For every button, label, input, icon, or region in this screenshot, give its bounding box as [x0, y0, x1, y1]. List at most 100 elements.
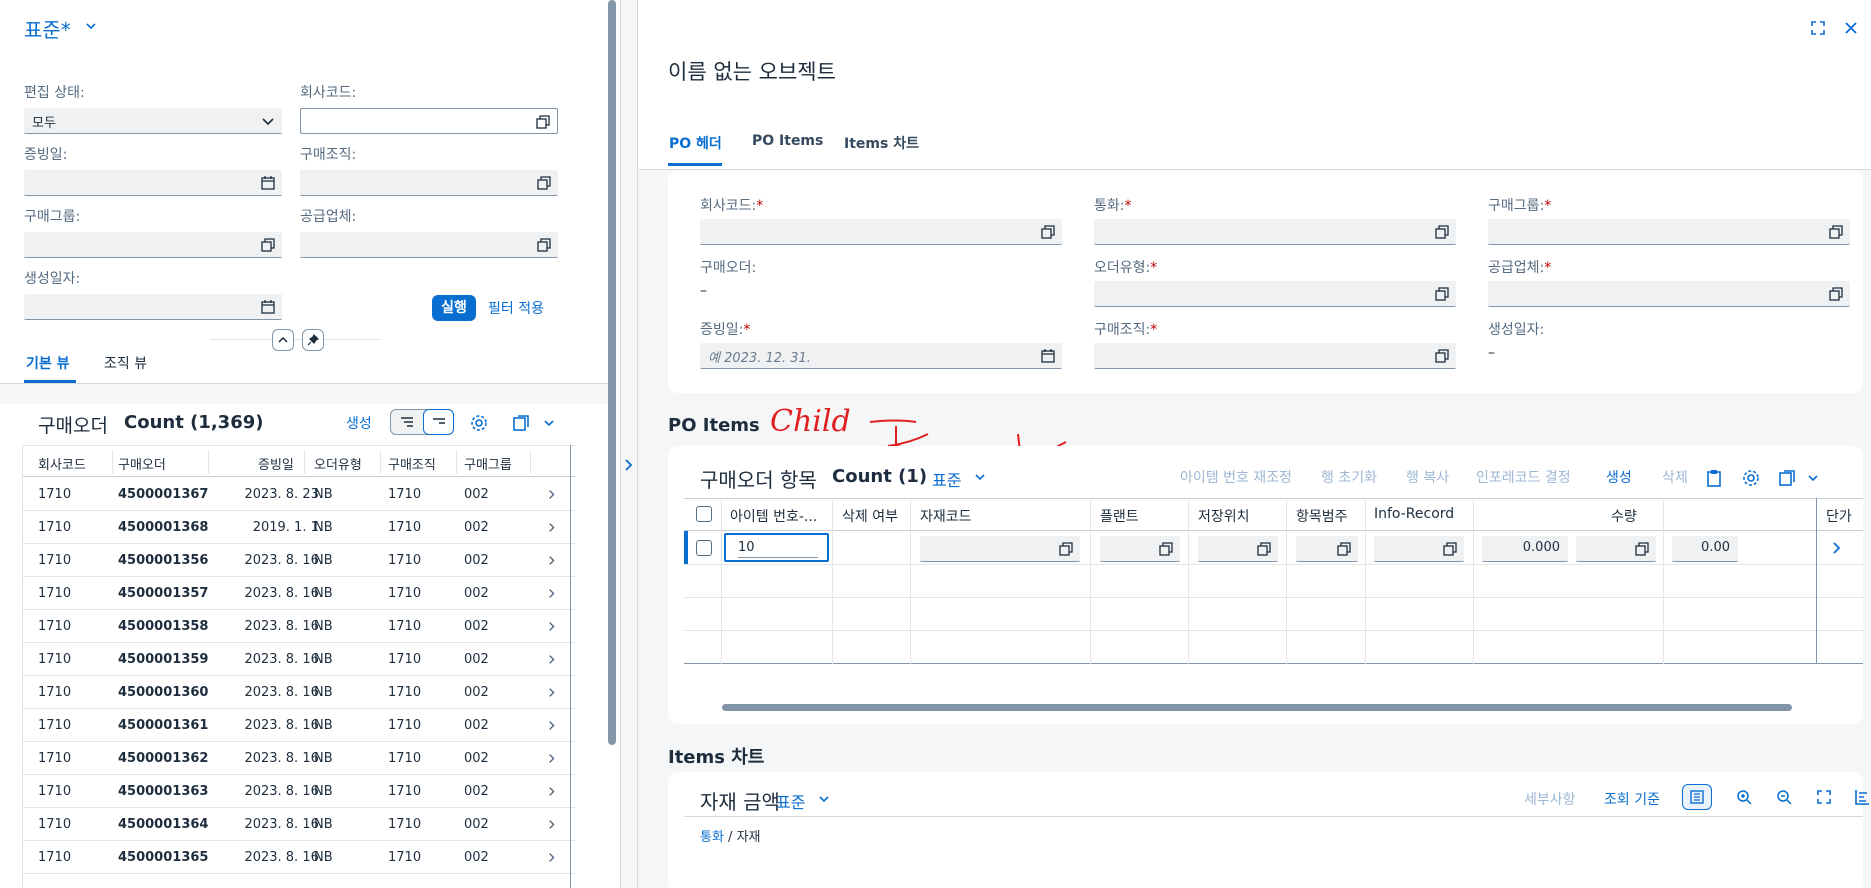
select-all-checkbox[interactable]	[696, 506, 712, 522]
splitter[interactable]	[620, 0, 638, 888]
value-help-icon[interactable]	[1256, 541, 1272, 557]
col-purch-group[interactable]: 구매그룹	[464, 454, 512, 473]
settings-icon[interactable]	[1742, 469, 1760, 487]
table-row[interactable]: 1710 4500001360 2023. 8. 16. NB 1710 002	[22, 676, 575, 709]
table-row[interactable]: 1710 4500001364 2023. 8. 16. NB 1710 002	[22, 808, 575, 841]
value-help-icon[interactable]	[1336, 541, 1352, 557]
chevron-down-icon[interactable]	[84, 19, 98, 33]
calendar-icon[interactable]	[1040, 348, 1056, 364]
chevron-right-icon[interactable]	[548, 522, 556, 533]
table-row[interactable]: 1710 4500001363 2023. 8. 16. NB 1710 002	[22, 775, 575, 808]
col-purch-org[interactable]: 구매조직	[388, 454, 436, 473]
order-type-input[interactable]	[1094, 281, 1456, 307]
value-help-icon[interactable]	[536, 175, 552, 191]
chevron-right-icon[interactable]	[548, 654, 556, 665]
value-help-icon[interactable]	[1158, 541, 1174, 557]
tab-po-header[interactable]: PO 헤더	[669, 133, 722, 153]
value-help-icon[interactable]	[1058, 541, 1074, 557]
info-record-input[interactable]	[1374, 536, 1464, 562]
chevron-down-icon[interactable]	[818, 793, 830, 805]
create-item-button[interactable]: 생성	[1606, 467, 1632, 487]
value-help-icon[interactable]	[1634, 541, 1650, 557]
value-help-icon[interactable]	[1828, 286, 1844, 302]
list-tree-icon[interactable]	[399, 415, 415, 431]
create-button[interactable]: 생성	[346, 413, 372, 433]
horizontal-scrollbar[interactable]	[722, 704, 1792, 711]
view-by-button[interactable]: 조회 기준	[1604, 789, 1660, 809]
col-item-no[interactable]: 아이템 번호-...	[730, 506, 817, 526]
go-button[interactable]: 실행	[432, 295, 476, 321]
chevron-right-icon[interactable]	[548, 753, 556, 764]
doc-date-input[interactable]: 예 2023. 12. 31.	[700, 343, 1062, 369]
chevron-right-icon[interactable]	[548, 489, 556, 500]
chevron-down-icon[interactable]	[974, 471, 986, 483]
col-info-record[interactable]: Info-Record	[1374, 506, 1454, 522]
variant-title[interactable]: 표준*	[24, 14, 71, 43]
purch-org-input[interactable]	[1094, 343, 1456, 369]
value-help-icon[interactable]	[1040, 224, 1056, 240]
collapse-header-button[interactable]	[272, 329, 294, 351]
quantity-input[interactable]: 0.000	[1482, 536, 1568, 562]
paste-icon[interactable]	[1706, 469, 1722, 487]
chevron-right-icon[interactable]	[548, 720, 556, 731]
table-row[interactable]: 1710 4500001359 2023. 8. 16. NB 1710 002	[22, 643, 575, 676]
price-input[interactable]: 0.00	[1672, 536, 1738, 562]
created-date-input[interactable]	[24, 294, 282, 320]
chevron-right-icon[interactable]	[548, 852, 556, 863]
tab-items-chart[interactable]: Items 차트	[844, 133, 919, 153]
chart-variant[interactable]: 표준	[776, 789, 805, 813]
chevron-right-icon[interactable]	[548, 588, 556, 599]
supplier-input[interactable]	[300, 232, 558, 258]
chevron-down-icon[interactable]	[542, 416, 556, 430]
calendar-icon[interactable]	[260, 299, 276, 315]
tab-default-view[interactable]: 기본 뷰	[26, 353, 70, 373]
col-price[interactable]: 단가	[1826, 506, 1852, 526]
tab-po-items[interactable]: PO Items	[752, 133, 823, 149]
col-purchase-order[interactable]: 구매오더	[118, 454, 166, 473]
col-material[interactable]: 자재코드	[920, 506, 972, 526]
table-row[interactable]: 1710 4500001356 2023. 8. 16. NB 1710 002	[22, 544, 575, 577]
material-input[interactable]	[920, 536, 1080, 562]
chevron-right-icon[interactable]	[548, 786, 556, 797]
value-help-icon[interactable]	[1434, 286, 1450, 302]
view-toggle[interactable]	[390, 409, 454, 435]
value-help-icon[interactable]	[1828, 224, 1844, 240]
item-category-input[interactable]	[1296, 536, 1358, 562]
fullscreen-icon[interactable]	[1810, 20, 1826, 36]
zoom-in-icon[interactable]	[1736, 789, 1752, 805]
chevron-right-icon[interactable]	[548, 555, 556, 566]
col-item-category[interactable]: 항목범주	[1296, 506, 1348, 526]
table-row[interactable]: 1710 4500001361 2023. 8. 16. NB 1710 002	[22, 709, 575, 742]
value-help-icon[interactable]	[260, 237, 276, 253]
value-help-icon[interactable]	[1434, 224, 1450, 240]
calendar-icon[interactable]	[260, 175, 276, 191]
chevron-right-icon[interactable]	[624, 458, 634, 472]
doc-date-input[interactable]	[24, 170, 282, 196]
breadcrumb-link-currency[interactable]: 통화	[700, 830, 724, 845]
chevron-right-icon[interactable]	[548, 687, 556, 698]
chevron-right-icon[interactable]	[548, 819, 556, 830]
table-row[interactable]: 1710 4500001357 2023. 8. 16. NB 1710 002	[22, 577, 575, 610]
col-doc-date[interactable]: 증빙일	[258, 454, 294, 473]
settings-icon[interactable]	[470, 414, 488, 432]
col-storage-location[interactable]: 저장위치	[1198, 506, 1250, 526]
details-button[interactable]: 세부사항	[1524, 789, 1576, 809]
tab-org-view[interactable]: 조직 뷰	[104, 353, 147, 373]
renumber-items-button[interactable]: 아이템 번호 재조정	[1180, 467, 1292, 487]
table-row[interactable]: 1710 4500001365 2023. 8. 16. NB 1710 002	[22, 841, 575, 874]
edit-status-select[interactable]: 모두	[24, 108, 282, 134]
purch-group-input[interactable]	[1488, 219, 1850, 245]
value-help-icon[interactable]	[536, 237, 552, 253]
delete-item-button[interactable]: 삭제	[1662, 467, 1688, 487]
export-icon[interactable]	[1778, 469, 1796, 487]
table-row[interactable]: 1710 4500001368 2019. 1. 1. NB 1710 002	[22, 511, 575, 544]
row-checkbox[interactable]	[696, 540, 712, 556]
determine-info-record-button[interactable]: 인포레코드 결정	[1476, 467, 1571, 487]
item-no-input[interactable]: 10	[724, 533, 829, 562]
value-help-icon[interactable]	[535, 114, 551, 130]
list-flat-icon[interactable]	[431, 415, 447, 431]
chevron-right-icon[interactable]	[548, 621, 556, 632]
left-scrollbar[interactable]	[608, 0, 616, 745]
col-quantity[interactable]: 수량	[1611, 506, 1637, 526]
col-deletion-flag[interactable]: 삭제 여부	[842, 506, 898, 526]
